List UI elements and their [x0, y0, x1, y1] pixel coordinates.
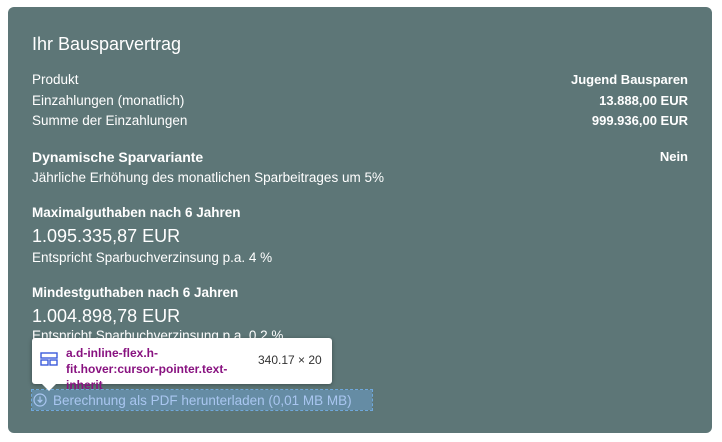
download-pdf-link[interactable]: Berechnung als PDF herunterladen (0,01 M…	[31, 389, 373, 411]
devtools-element-tooltip: a.d-inline-flex.h-fit.hover:cursor-point…	[32, 338, 332, 392]
row-value: Nein	[659, 149, 688, 164]
row-einzahlungen-monatlich: Einzahlungen (monatlich) 13.888,00 EUR	[32, 93, 688, 108]
grid-icon	[40, 352, 58, 366]
section-label: Dynamische Sparvariante	[32, 149, 204, 165]
min-label: Mindestguthaben nach 6 Jahren	[32, 285, 239, 300]
row-label: Summe der Einzahlungen	[32, 113, 188, 128]
max-amount: 1.095.335,87 EUR	[32, 226, 181, 246]
css-selector-text: a.d-inline-flex.h-fit.hover:cursor-point…	[66, 346, 228, 392]
row-value: 13.888,00 EUR	[599, 93, 688, 108]
max-label: Maximalguthaben nach 6 Jahren	[32, 205, 241, 220]
max-note: Entspricht Sparbuchverzinsung p.a. 4 %	[32, 250, 273, 265]
min-amount: 1.004.898,78 EUR	[32, 306, 181, 326]
tooltip-arrow	[42, 384, 56, 391]
row-label: Produkt	[32, 72, 79, 87]
download-icon	[33, 393, 47, 407]
row-value: Jugend Bausparen	[570, 72, 688, 87]
element-dimensions: 340.17 × 20	[258, 353, 322, 367]
download-link-label: Berechnung als PDF herunterladen (0,01 M…	[53, 392, 352, 408]
card-title: Ihr Bausparvertrag	[32, 34, 182, 54]
row-label: Einzahlungen (monatlich)	[32, 93, 185, 108]
row-dynamische-sparvariante: Dynamische Sparvariante Nein	[32, 149, 688, 165]
row-produkt: Produkt Jugend Bausparen	[32, 72, 688, 87]
dynamic-description: Jährliche Erhöhung des monatlichen Sparb…	[32, 170, 384, 185]
row-summe-einzahlungen: Summe der Einzahlungen 999.936,00 EUR	[32, 113, 688, 128]
row-value: 999.936,00 EUR	[591, 113, 688, 128]
